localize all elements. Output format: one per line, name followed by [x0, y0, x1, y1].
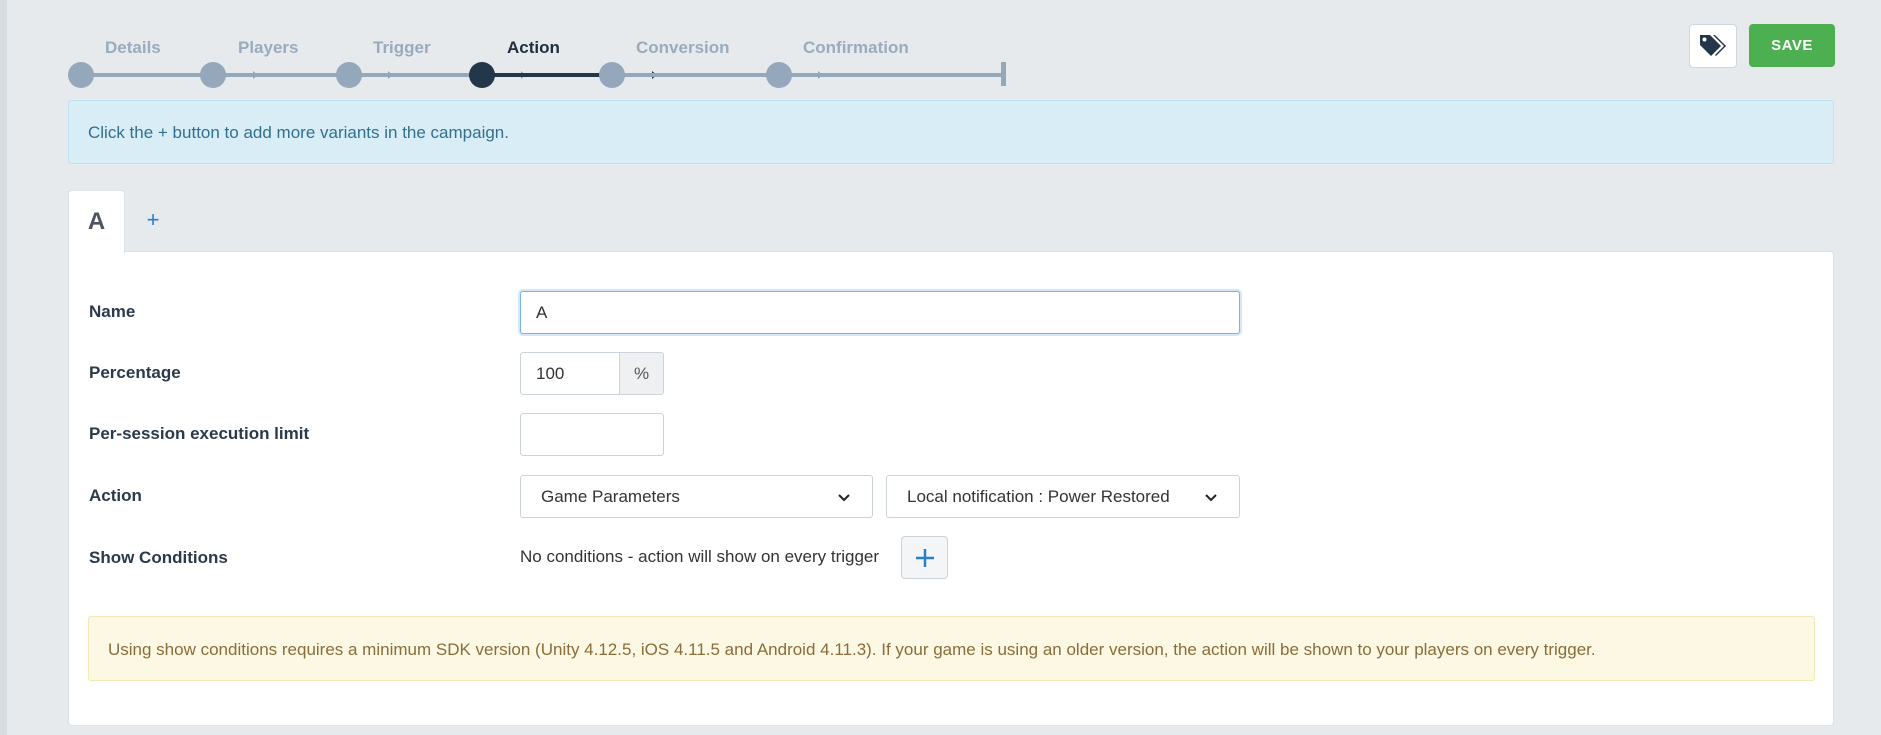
- chevron-down-icon: [838, 493, 850, 501]
- session-limit-label: Per-session execution limit: [89, 424, 310, 443]
- step-label-details[interactable]: Details: [105, 38, 161, 58]
- step-label-players[interactable]: Players: [238, 38, 299, 58]
- tags-button[interactable]: [1689, 24, 1737, 68]
- action-type-select[interactable]: Game Parameters: [520, 475, 873, 518]
- left-edge-strip: [0, 0, 7, 735]
- tags-icon: [1700, 35, 1726, 56]
- no-conditions-text: No conditions - action will show on ever…: [520, 547, 880, 566]
- info-banner: Click the + button to add more variants …: [68, 100, 1834, 164]
- sdk-warning-text: Using show conditions requires a minimum…: [108, 640, 1596, 659]
- variant-form-panel: Name Percentage % Per-session execution …: [68, 251, 1834, 726]
- tab-variant-a[interactable]: A: [68, 190, 125, 253]
- percentage-input[interactable]: [520, 352, 620, 395]
- step-dot-players[interactable]: [200, 62, 226, 88]
- step-dot-conversion[interactable]: [599, 62, 625, 88]
- step-dot-details[interactable]: [68, 62, 94, 88]
- step-dot-trigger[interactable]: [336, 62, 362, 88]
- name-input[interactable]: [520, 291, 1240, 334]
- step-label-confirmation[interactable]: Confirmation: [803, 38, 909, 58]
- action-type-value: Game Parameters: [541, 486, 680, 506]
- step-end-marker: [1001, 62, 1006, 86]
- session-limit-input[interactable]: [520, 413, 664, 456]
- chevron-down-icon: [1205, 493, 1217, 501]
- show-conditions-label: Show Conditions: [89, 548, 228, 567]
- save-button[interactable]: SAVE: [1749, 24, 1835, 67]
- action-detail-select[interactable]: Local notification : Power Restored: [886, 475, 1240, 518]
- add-condition-button[interactable]: [901, 536, 948, 579]
- step-label-action[interactable]: Action: [507, 38, 560, 58]
- action-label: Action: [89, 486, 142, 505]
- percent-addon: %: [620, 352, 664, 395]
- step-connector: [779, 73, 1001, 77]
- add-variant-tab[interactable]: +: [140, 205, 166, 235]
- wizard-steps: Details Players Trigger Action Conversio…: [68, 30, 1006, 90]
- plus-icon: [915, 548, 934, 567]
- name-label: Name: [89, 302, 136, 321]
- step-label-conversion[interactable]: Conversion: [636, 38, 730, 58]
- action-detail-value: Local notification : Power Restored: [907, 486, 1170, 506]
- sdk-warning-banner: Using show conditions requires a minimum…: [88, 616, 1815, 681]
- info-banner-text: Click the + button to add more variants …: [88, 123, 509, 142]
- step-dot-confirmation[interactable]: [766, 62, 792, 88]
- step-label-trigger[interactable]: Trigger: [373, 38, 431, 58]
- percentage-label: Percentage: [89, 363, 181, 382]
- step-dot-action[interactable]: [469, 62, 495, 88]
